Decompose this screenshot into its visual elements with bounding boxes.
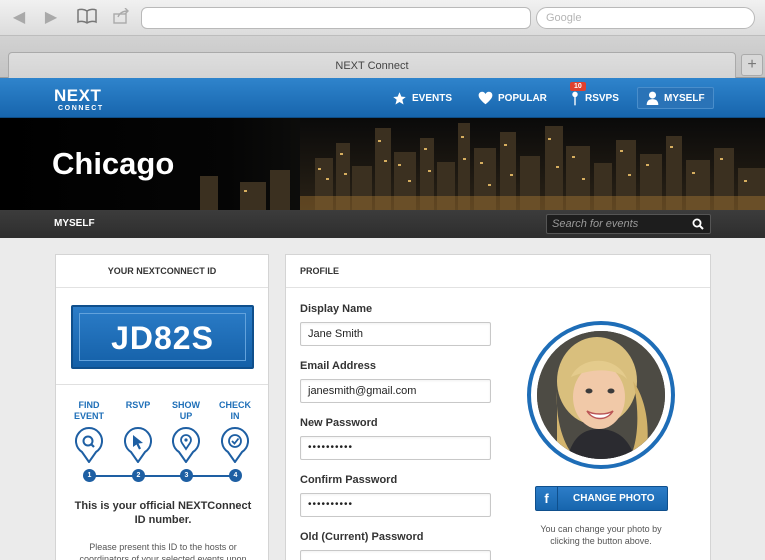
section-title: MYSELF <box>54 218 95 229</box>
id-card-header: YOUR NEXTCONNECT ID <box>56 255 268 288</box>
nav-item-events[interactable]: EVENTS <box>392 78 452 118</box>
pin-icon <box>572 91 578 105</box>
browser-toolbar: ◀ ▶ Google <box>0 0 765 36</box>
city-hero-banner: Chicago <box>0 118 765 210</box>
profile-photo <box>537 331 665 459</box>
event-search-input[interactable]: Search for events <box>546 214 711 234</box>
step-number: 4 <box>229 469 242 482</box>
display-name-label: Display Name <box>300 303 373 315</box>
nav-label: POPULAR <box>498 92 547 104</box>
share-icon[interactable] <box>110 7 132 28</box>
change-photo-label: CHANGE PHOTO <box>573 493 655 504</box>
profile-photo-frame <box>527 321 675 469</box>
step-label-show-up: SHOW UP <box>172 400 200 421</box>
photo-note: You can change your photo by clicking th… <box>540 524 662 546</box>
profile-card: PROFILE Display Name Jane Smith Email Ad… <box>285 254 711 560</box>
section-bar: MYSELF Search for events <box>0 210 765 238</box>
logo-sub-text: CONNECT <box>58 105 104 112</box>
id-code: JD82S <box>79 313 246 361</box>
heart-icon <box>478 91 493 105</box>
step-label-check-in: CHECK IN <box>218 400 251 421</box>
search-icon <box>75 427 103 463</box>
cursor-icon <box>124 427 152 463</box>
rsvp-count-badge: 10 <box>570 82 586 91</box>
main-content: YOUR NEXTCONNECT ID JD82S FIND EVENT RSVP… <box>0 238 765 560</box>
browser-tab[interactable]: NEXT Connect <box>8 52 736 78</box>
facebook-icon: f <box>536 487 558 510</box>
step-label-rsvp: RSVP <box>125 400 151 410</box>
nav-label: RSVPS <box>585 92 619 104</box>
star-icon <box>393 91 406 104</box>
browser-search-input[interactable]: Google <box>536 7 755 29</box>
id-code-box: JD82S <box>71 305 254 369</box>
id-note: This is your official NEXTConnect ID num… <box>74 500 252 526</box>
nav-label: MYSELF <box>664 92 705 104</box>
change-photo-button[interactable]: f CHANGE PHOTO <box>535 486 668 511</box>
logo[interactable]: NEXT CONNECT <box>54 87 104 112</box>
search-icon[interactable] <box>692 218 704 230</box>
url-input[interactable] <box>141 7 531 29</box>
old-password-input[interactable] <box>300 550 491 560</box>
nav-label: EVENTS <box>412 92 453 104</box>
tab-strip: NEXT Connect + <box>0 36 765 78</box>
confirm-password-label: Confirm Password <box>300 474 398 486</box>
new-password-input[interactable]: •••••••••• <box>300 436 491 460</box>
new-tab-button[interactable]: + <box>741 54 763 76</box>
display-name-input[interactable]: Jane Smith <box>300 322 491 346</box>
old-password-label: Old (Current) Password <box>300 531 424 543</box>
step-number: 2 <box>132 469 145 482</box>
event-search-placeholder: Search for events <box>552 218 639 230</box>
confirm-password-input[interactable]: •••••••••• <box>300 493 491 517</box>
step-label-find-event: FIND EVENT <box>73 400 104 421</box>
email-input[interactable]: janesmith@gmail.com <box>300 379 491 403</box>
nav-item-myself[interactable]: MYSELF <box>637 87 714 109</box>
city-title: Chicago <box>52 146 175 181</box>
new-password-label: New Password <box>300 417 378 429</box>
divider <box>56 384 268 385</box>
profile-header: PROFILE <box>286 255 710 288</box>
id-description: Please present this ID to the hosts or c… <box>79 542 247 560</box>
email-label: Email Address <box>300 360 377 372</box>
location-icon <box>172 427 200 463</box>
check-icon <box>221 427 249 463</box>
user-icon <box>646 91 659 105</box>
step-number: 3 <box>180 469 193 482</box>
back-arrow-icon[interactable]: ◀ <box>8 8 30 28</box>
step-number: 1 <box>83 469 96 482</box>
steps-line <box>89 475 235 477</box>
nav-item-popular[interactable]: POPULAR <box>478 78 547 118</box>
forward-arrow-icon[interactable]: ▶ <box>40 8 62 28</box>
bookmarks-icon[interactable] <box>76 8 98 28</box>
site-nav: NEXT CONNECT EVENTS POPULAR RSVPS MYSELF <box>0 78 765 118</box>
nextconnect-id-card: YOUR NEXTCONNECT ID JD82S FIND EVENT RSVP… <box>55 254 269 560</box>
logo-main-text: NEXT <box>54 86 102 105</box>
